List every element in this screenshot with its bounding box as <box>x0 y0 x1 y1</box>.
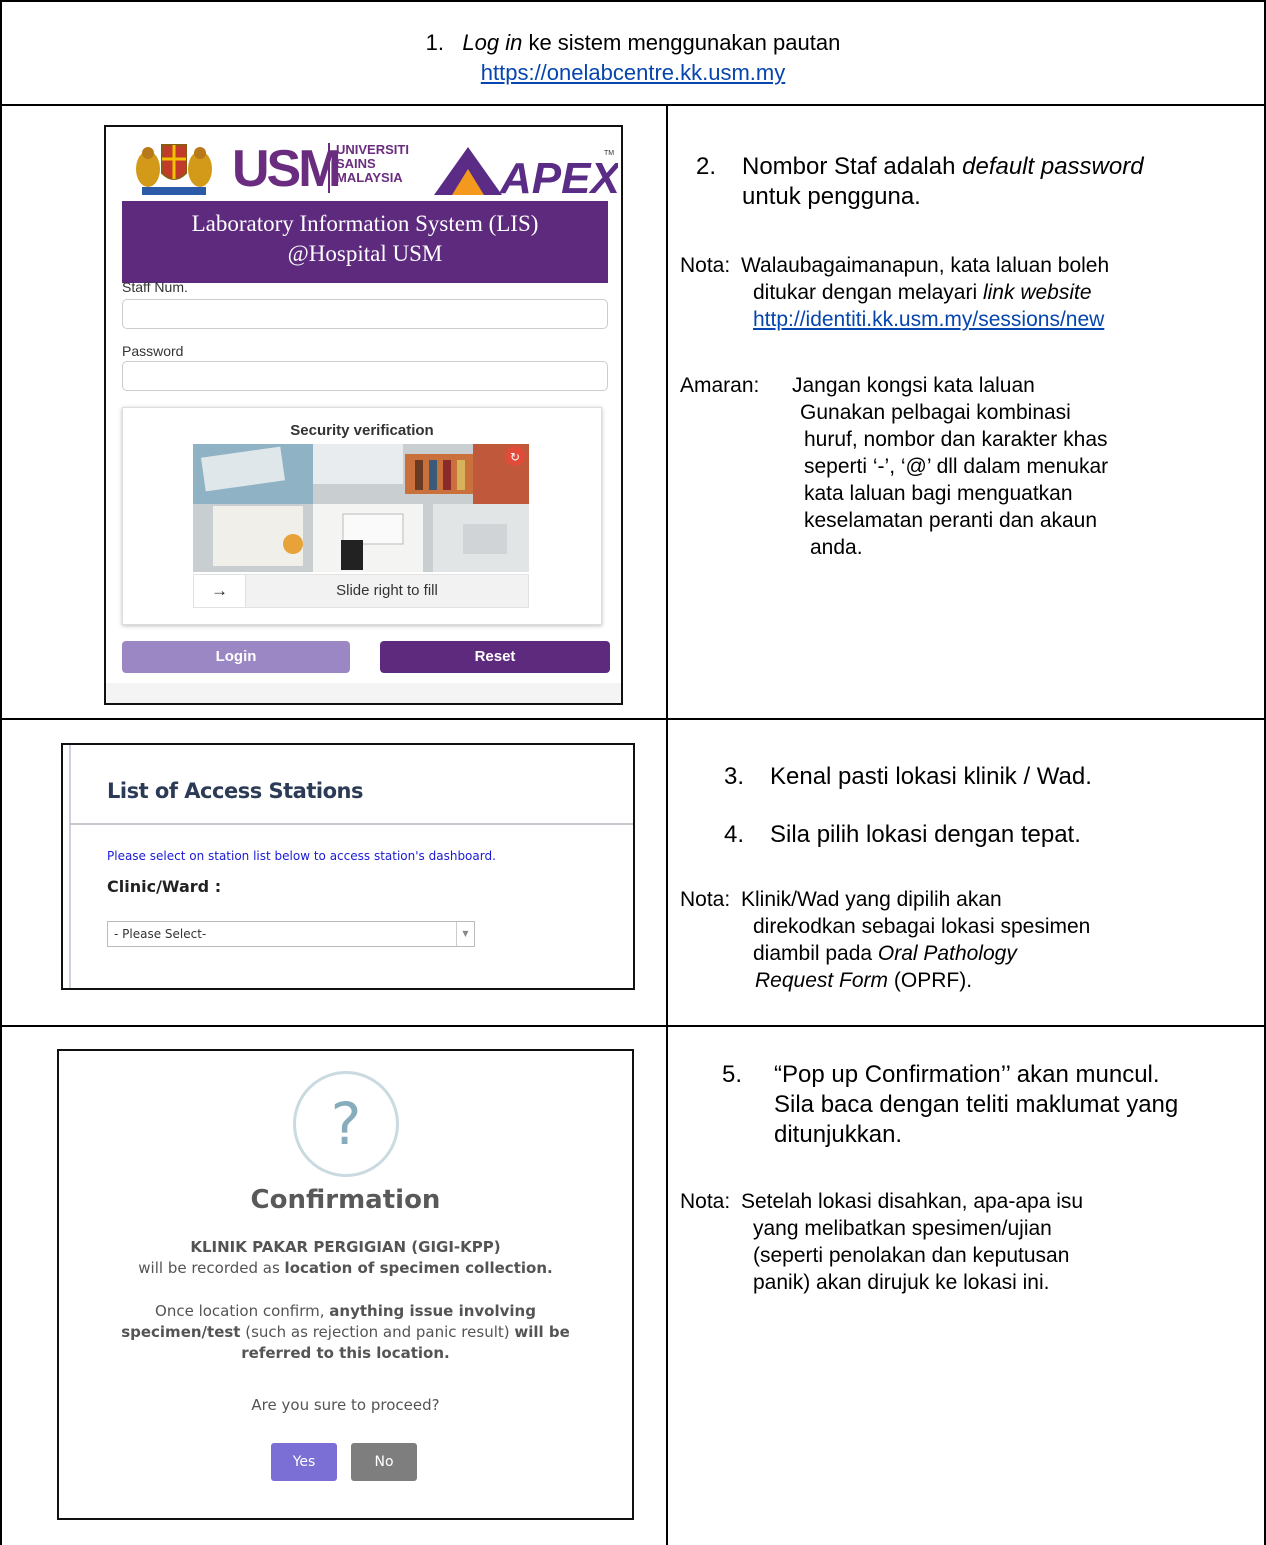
slider-handle[interactable]: → <box>194 575 246 607</box>
password-input[interactable] <box>122 361 608 391</box>
security-verification-panel: Security verification ↻ → Slide right to <box>122 407 602 625</box>
password-label: Password <box>122 343 184 359</box>
step-1-text: ke sistem menggunakan pautan <box>522 30 841 55</box>
lis-banner: Laboratory Information System (LIS) @Hos… <box>122 201 608 283</box>
step-2-nota: Nota: Walaubagaimanapun, kata laluan bol… <box>680 254 1110 331</box>
security-title: Security verification <box>290 422 434 439</box>
login-button[interactable]: Login <box>122 641 350 673</box>
login-screenshot: USM UNIVERSITI SAINS MALAYSIA APEX TM La… <box>104 125 623 705</box>
confirmation-title: Confirmation <box>250 1185 441 1215</box>
chevron-down-icon: ▼ <box>456 922 474 946</box>
step-3-number: 3. <box>724 763 745 790</box>
question-icon: ? <box>293 1071 399 1177</box>
staff-num-label: Staff Num. <box>122 279 188 295</box>
stations-divider <box>69 823 633 825</box>
reset-button[interactable]: Reset <box>380 641 610 673</box>
step-5-number: 5. <box>722 1061 743 1088</box>
stations-screenshot: List of Access Stations Please select on… <box>61 743 635 990</box>
apex-tm: TM <box>604 150 614 157</box>
onelab-link[interactable]: https://onelabcentre.kk.usm.my <box>481 60 785 85</box>
slider-text: Slide right to fill <box>336 582 438 599</box>
step-2-number: 2. <box>696 153 717 180</box>
confirmation-screenshot: ? Confirmation KLINIK PAKAR PERGIGIAN (G… <box>57 1049 634 1520</box>
confirmation-warning: Once location confirm, anything issue in… <box>121 1302 570 1362</box>
step-2-text: 2. Nombor Staf adalah default password u… <box>696 153 1144 210</box>
step-1-italic: Log in <box>462 30 523 55</box>
yes-button[interactable]: Yes <box>271 1443 337 1481</box>
step-4-text: 4. Sila pilih lokasi dengan tepat. <box>724 821 1081 848</box>
usm-wordmark: UNIVERSITI SAINS MALAYSIA <box>336 142 409 185</box>
nota-label-5: Nota: <box>680 1190 731 1213</box>
usm-crest-icon <box>136 144 212 195</box>
amaran-label: Amaran: <box>680 374 760 397</box>
confirmation-clinic: KLINIK PAKAR PERGIGIAN (GIGI-KPP) will b… <box>138 1238 553 1277</box>
logo-separator <box>328 143 330 193</box>
step-1-number: 1. <box>425 30 445 55</box>
step-3-nota: Nota: Klinik/Wad yang dipilih akan direk… <box>680 888 1091 992</box>
clinic-ward-label: Clinic/Ward : <box>107 877 222 896</box>
identiti-link[interactable]: http://identiti.kk.usm.my/sessions/new <box>753 308 1104 331</box>
nota-label-3: Nota: <box>680 888 731 911</box>
nota-label: Nota: <box>680 254 731 277</box>
captcha-slider[interactable]: → Slide right to fill <box>193 574 529 608</box>
stations-instruction: Please select on station list below to a… <box>107 849 496 863</box>
login-footer <box>106 683 621 703</box>
svg-text:↻: ↻ <box>510 450 520 464</box>
usm-logo: USM <box>232 140 342 198</box>
no-button[interactable]: No <box>351 1443 417 1481</box>
step-2-amaran: Amaran: Jangan kongsi kata laluan Gunaka… <box>680 374 1109 559</box>
step-5-text: 5. “Pop up Confirmation’’ akan muncul. S… <box>722 1061 1179 1148</box>
stations-left-border <box>69 745 71 988</box>
logo-strip: USM UNIVERSITI SAINS MALAYSIA APEX TM <box>122 133 618 199</box>
captcha-image: ↻ <box>193 444 529 572</box>
step-3-text: 3. Kenal pasti lokasi klinik / Wad. <box>724 763 1092 790</box>
apex-logo-text: APEX <box>499 154 618 199</box>
apex-logo-icon: APEX TM <box>434 147 618 199</box>
stations-title: List of Access Stations <box>107 779 363 803</box>
staff-num-input[interactable] <box>122 299 608 329</box>
step-4-number: 4. <box>724 821 745 848</box>
confirmation-question: Are you sure to proceed? <box>251 1396 440 1414</box>
step-1-header: 1. Log in ke sistem menggunakan pautan h… <box>0 0 1266 106</box>
clinic-ward-select[interactable]: - Please Select- ▼ <box>107 921 475 947</box>
step-5-nota: Nota: Setelah lokasi disahkan, apa-apa i… <box>680 1190 1084 1294</box>
